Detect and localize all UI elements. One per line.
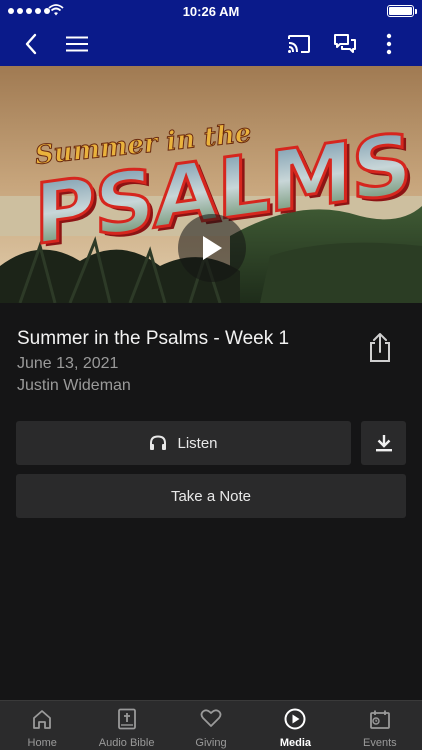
tab-bar: Home Audio Bible Giving Media Events [0,700,422,750]
tab-events[interactable]: Events [338,701,422,750]
tab-label: Home [27,737,57,749]
media-date: June 13, 2021 [17,355,119,372]
listen-label: Listen [177,434,218,452]
share-button[interactable] [365,332,395,364]
cast-button[interactable] [284,30,314,58]
tab-label: Audio Bible [98,737,155,749]
home-icon [33,710,52,729]
more-options-button[interactable] [374,30,404,58]
top-bar: 10:26 AM [0,0,422,66]
vertical-ellipsis-icon [386,33,392,55]
back-button[interactable] [16,30,46,58]
share-icon [370,333,390,362]
download-icon [375,435,392,452]
tab-audio-bible[interactable]: Audio Bible [84,701,168,750]
play-icon [203,236,222,260]
download-button[interactable] [361,421,406,465]
menu-button[interactable] [62,30,92,58]
tab-label: Media [279,737,312,749]
calendar-icon [369,710,390,729]
listen-button[interactable]: Listen [16,421,351,465]
media-title: Summer in the Psalms - Week 1 [17,328,290,349]
status-bar: 10:26 AM [0,0,422,22]
media-speaker: Justin Wideman [17,377,131,394]
headphones-icon [150,435,167,450]
hamburger-menu-icon [66,36,88,52]
sermon-artwork[interactable]: Summer in the PSALMS PSALMS [0,66,422,303]
nav-bar [0,22,422,66]
bible-icon [117,708,136,730]
tab-giving[interactable]: Giving [169,701,253,750]
take-note-button[interactable]: Take a Note [16,474,406,518]
cast-icon [288,35,310,53]
tab-media[interactable]: Media [253,701,337,750]
tab-label: Giving [195,737,227,749]
take-note-label: Take a Note [170,487,252,505]
status-time: 10:26 AM [182,4,240,19]
tab-label: Events [363,737,397,749]
heart-icon [200,709,222,727]
chat-bubbles-icon [334,34,356,53]
play-button[interactable] [178,214,246,282]
battery-icon [387,5,417,17]
play-circle-icon [284,708,306,730]
chat-button[interactable] [330,30,360,58]
tab-home[interactable]: Home [0,701,84,750]
chevron-left-icon [25,33,37,55]
